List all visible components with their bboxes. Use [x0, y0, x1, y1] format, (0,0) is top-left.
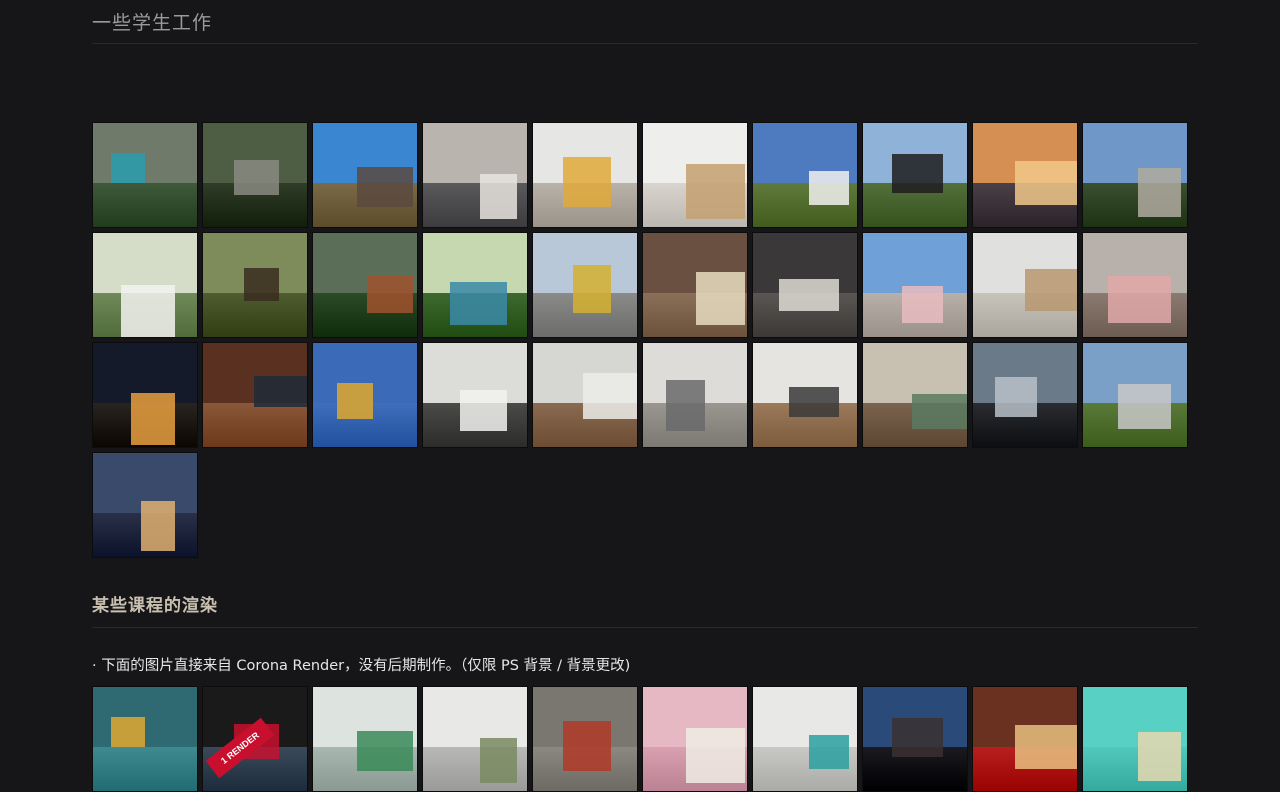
villa-pool-render-thumbnail[interactable] [92, 122, 198, 228]
courtyard-pool-render-thumbnail[interactable] [422, 232, 528, 338]
thumbnail-subject [902, 286, 943, 323]
thumbnail-subject [450, 282, 507, 325]
cabin-field-render-thumbnail[interactable] [312, 122, 418, 228]
render-note: · 下面的图片直接来自 Corona Render，没有后期制作。（仅限 PS … [92, 658, 631, 674]
cinema-seat-render-thumbnail[interactable] [862, 686, 968, 792]
thumbnail-subject [1138, 732, 1181, 781]
thumbnail-subject [367, 275, 413, 313]
section-divider [92, 43, 1198, 44]
car-motion-render-thumbnail[interactable] [532, 686, 638, 792]
thumbnail-subject [1138, 168, 1181, 217]
thumbnail-subject [573, 265, 611, 313]
bathroom-render-thumbnail[interactable] [752, 686, 858, 792]
white-stair-render-thumbnail[interactable] [972, 232, 1078, 338]
white-terrace-render-thumbnail[interactable] [92, 232, 198, 338]
thumbnail-subject [995, 377, 1037, 417]
kitchen-grey-render-thumbnail[interactable] [422, 342, 528, 448]
green-kitchen-render-thumbnail[interactable] [862, 342, 968, 448]
glassware-render-thumbnail[interactable] [312, 686, 418, 792]
living-room-render-thumbnail[interactable] [532, 122, 638, 228]
thumbnail-subject [121, 285, 175, 337]
retro-tv-render-thumbnail[interactable] [642, 686, 748, 792]
thumbnail-background [93, 687, 197, 748]
grey-sofa-render-thumbnail[interactable] [642, 342, 748, 448]
thumbnail-subject [686, 164, 745, 219]
thumbnail-subject [234, 160, 279, 195]
thumbnail-subject [809, 171, 849, 205]
thumbnail-subject [809, 735, 849, 769]
thumbnail-foreground [93, 747, 197, 791]
thumbnail-subject [337, 383, 373, 419]
rustic-interior-render-thumbnail[interactable] [642, 232, 748, 338]
section-title-student-work: 一些学生工作 [92, 12, 213, 34]
yellow-chair-render-thumbnail[interactable] [312, 342, 418, 448]
pink-sofa-render-thumbnail[interactable] [1082, 232, 1188, 338]
thumbnail-subject [686, 728, 745, 783]
thumbnail-subject [357, 167, 413, 207]
dining-kitchen-render-thumbnail[interactable] [752, 342, 858, 448]
lounge-chair-render-thumbnail[interactable] [642, 122, 748, 228]
section-divider [92, 627, 1198, 628]
thumbnail-subject [696, 272, 745, 325]
thumbnail-subject [892, 718, 943, 757]
thumbnail-subject [789, 387, 839, 417]
city-sunset-render-thumbnail[interactable] [972, 122, 1078, 228]
housing-block-render-thumbnail[interactable] [532, 232, 638, 338]
comparison-render-thumbnail[interactable]: 1 RENDER [202, 686, 308, 792]
thumbnail-subject [1015, 161, 1077, 205]
thumbnail-subject [480, 174, 517, 219]
thumbnail-subject [1108, 276, 1171, 323]
hallway-render-thumbnail[interactable] [532, 342, 638, 448]
section-title-course-renders: 某些课程的渲染 [92, 596, 218, 616]
pink-facade-render-thumbnail[interactable] [862, 232, 968, 338]
aerial-field-render-thumbnail[interactable] [1082, 342, 1188, 448]
bedroom-sofa-render-thumbnail[interactable] [422, 122, 528, 228]
thumbnail-subject [666, 380, 705, 431]
thumbnail-subject [779, 279, 839, 311]
thumbnail-subject [141, 501, 175, 551]
thumbnail-subject [563, 157, 611, 207]
thumbnail-subject [1015, 725, 1077, 769]
slat-wall-render-thumbnail[interactable] [202, 342, 308, 448]
teal-bedroom-render-thumbnail[interactable] [92, 686, 198, 792]
thumbnail-subject [460, 390, 507, 431]
thumbnail-subject [111, 153, 145, 183]
car-render-thumbnail[interactable] [972, 342, 1078, 448]
thumbnail-subject [131, 393, 175, 445]
curved-building-render-thumbnail[interactable] [752, 122, 858, 228]
dark-barn-render-thumbnail[interactable] [862, 122, 968, 228]
dish-rack-render-thumbnail[interactable] [422, 686, 528, 792]
dark-bedroom-render-thumbnail[interactable] [752, 232, 858, 338]
night-sky-render-thumbnail[interactable] [92, 342, 198, 448]
forest-house-render-thumbnail[interactable] [202, 122, 308, 228]
thumbnail-subject [357, 731, 413, 771]
thumbnail-subject [480, 738, 517, 783]
garden-path-render-thumbnail[interactable] [312, 232, 418, 338]
thumbnail-foreground [93, 183, 197, 227]
theater-render-thumbnail[interactable] [972, 686, 1078, 792]
thumbnail-subject [111, 717, 145, 747]
thumbnail-subject [563, 721, 611, 771]
thumbnail-subject [254, 376, 307, 407]
thumbnail-subject [1118, 384, 1171, 429]
thumbnail-subject [583, 373, 637, 419]
wishbone-chair-render-thumbnail[interactable] [1082, 686, 1188, 792]
thumbnail-subject [244, 268, 279, 301]
thumbnail-subject [892, 154, 943, 193]
modern-house-render-thumbnail[interactable] [1082, 122, 1188, 228]
thumbnail-foreground [203, 403, 307, 447]
thumbnail-background [93, 123, 197, 184]
thumbnail-subject [1025, 269, 1077, 311]
thumbnail-subject [912, 394, 967, 429]
woodland-render-thumbnail[interactable] [202, 232, 308, 338]
portfolio-page: 一些学生工作 某些课程的渲染 · 下面的图片直接来自 Corona Render… [0, 0, 1280, 792]
thumbnail-background [863, 233, 967, 294]
tower-night-render-thumbnail[interactable] [92, 452, 198, 558]
